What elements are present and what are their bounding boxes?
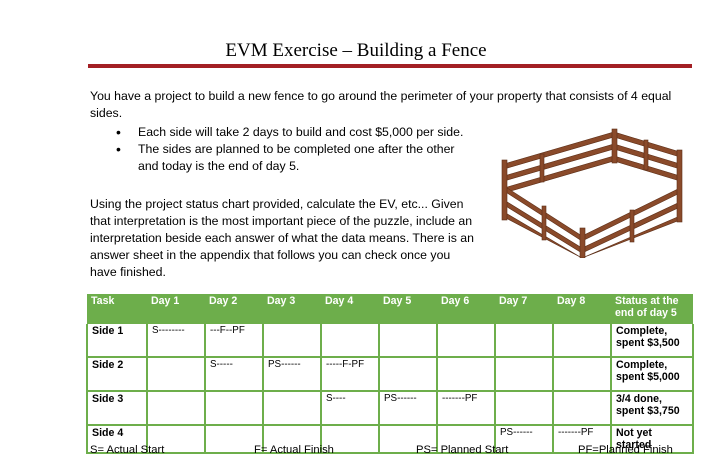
day-cell <box>494 391 554 425</box>
day-cell <box>146 391 206 425</box>
task-label: Side 2 <box>86 357 148 391</box>
day-cell <box>552 357 612 391</box>
header-day-2: Day 2 <box>205 294 263 324</box>
title-underline <box>88 64 692 68</box>
table-row: Side 3 S---- PS------ -------PF 3/4 done… <box>86 391 694 425</box>
table-header-row: Task Day 1 Day 2 Day 3 Day 4 Day 5 Day 6… <box>87 294 693 324</box>
day-cell <box>378 324 438 357</box>
header-day-8: Day 8 <box>553 294 611 324</box>
day-cell: -------PF <box>436 391 496 425</box>
legend-planned-finish: PF=Planned Finish <box>578 444 673 456</box>
day-cell: S----- <box>204 357 264 391</box>
legend-actual-start: S= Actual Start <box>90 444 165 456</box>
header-day-5: Day 5 <box>379 294 437 324</box>
bullet-item: The sides are planned to be completed on… <box>116 141 476 175</box>
task-label: Side 3 <box>86 391 148 425</box>
day-cell <box>146 357 206 391</box>
status-cell: 3/4 done, spent $3,750 <box>610 391 694 425</box>
header-day-7: Day 7 <box>495 294 553 324</box>
page-title: EVM Exercise – Building a Fence <box>225 40 487 61</box>
day-cell: S---- <box>320 391 380 425</box>
fence-illustration <box>501 128 683 258</box>
day-cell: ---F--PF <box>204 324 264 357</box>
bullet-item: Each side will take 2 days to build and … <box>116 124 476 141</box>
status-cell: Complete, spent $3,500 <box>610 324 694 357</box>
status-cell: Complete, spent $5,000 <box>610 357 694 391</box>
day-cell: PS------ <box>378 391 438 425</box>
day-cell <box>262 324 322 357</box>
day-cell <box>494 324 554 357</box>
header-task: Task <box>87 294 147 324</box>
day-cell <box>494 357 554 391</box>
day-cell <box>436 324 496 357</box>
day-cell: PS------ <box>262 357 322 391</box>
day-cell <box>320 324 380 357</box>
day-cell <box>436 357 496 391</box>
legend-planned-start: PS= Planned Start <box>416 444 509 456</box>
header-day-6: Day 6 <box>437 294 495 324</box>
day-cell: S-------- <box>146 324 206 357</box>
day-cell <box>204 391 264 425</box>
legend-actual-finish: F= Actual Finish <box>254 444 334 456</box>
day-cell <box>552 391 612 425</box>
header-day-1: Day 1 <box>147 294 205 324</box>
day-cell: -----F-PF <box>320 357 380 391</box>
table-row: Side 2 S----- PS------ -----F-PF Complet… <box>86 357 694 391</box>
intro-text: You have a project to build a new fence … <box>90 89 672 120</box>
day-cell <box>262 391 322 425</box>
day-cell <box>552 324 612 357</box>
header-day-3: Day 3 <box>263 294 321 324</box>
instructions-paragraph: Using the project status chart provided,… <box>90 197 474 279</box>
bullet-list: Each side will take 2 days to build and … <box>116 124 476 175</box>
project-status-table: Task Day 1 Day 2 Day 3 Day 4 Day 5 Day 6… <box>86 294 694 454</box>
table-row: Side 1 S-------- ---F--PF Complete, spen… <box>86 324 694 357</box>
header-day-4: Day 4 <box>321 294 379 324</box>
day-cell <box>378 357 438 391</box>
header-status: Status at the end of day 5 <box>611 294 693 324</box>
task-label: Side 1 <box>86 324 148 357</box>
